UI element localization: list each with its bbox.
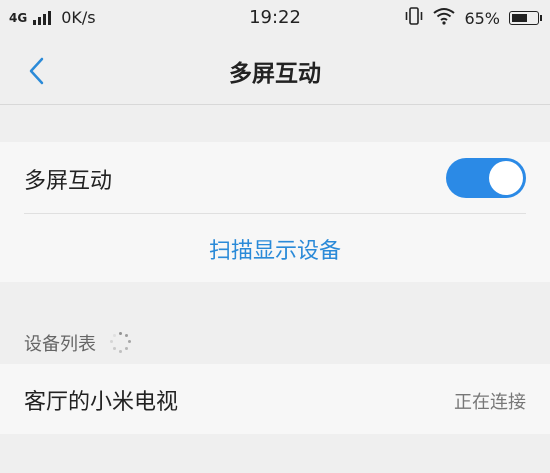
- device-list-header: 设备列表: [24, 330, 132, 356]
- battery-icon: [509, 11, 542, 25]
- status-right: 65%: [404, 7, 542, 29]
- loading-spinner-icon: [110, 332, 132, 354]
- settings-card: 多屏互动 扫描显示设备: [0, 142, 550, 282]
- scan-devices-button[interactable]: 扫描显示设备: [0, 233, 550, 265]
- battery-percent: 65%: [464, 8, 500, 28]
- vibrate-icon: [404, 7, 424, 29]
- multi-screen-toggle[interactable]: [446, 158, 526, 198]
- scan-row: 扫描显示设备: [0, 214, 550, 282]
- toggle-label: 多屏互动: [24, 169, 113, 194]
- toggle-knob: [489, 161, 523, 195]
- device-list-item[interactable]: 客厅的小米电视 正在连接: [0, 364, 550, 434]
- device-status: 正在连接: [454, 392, 526, 413]
- device-name: 客厅的小米电视: [24, 390, 179, 415]
- battery-level: [512, 14, 527, 22]
- wifi-icon: [433, 7, 456, 29]
- device-list-title: 设备列表: [24, 334, 96, 355]
- title-bar: 多屏互动: [0, 36, 550, 105]
- multi-screen-toggle-row: 多屏互动: [0, 142, 550, 213]
- status-bar: 4G 0K/s 19:22 65%: [0, 0, 550, 36]
- page-title: 多屏互动: [229, 61, 321, 87]
